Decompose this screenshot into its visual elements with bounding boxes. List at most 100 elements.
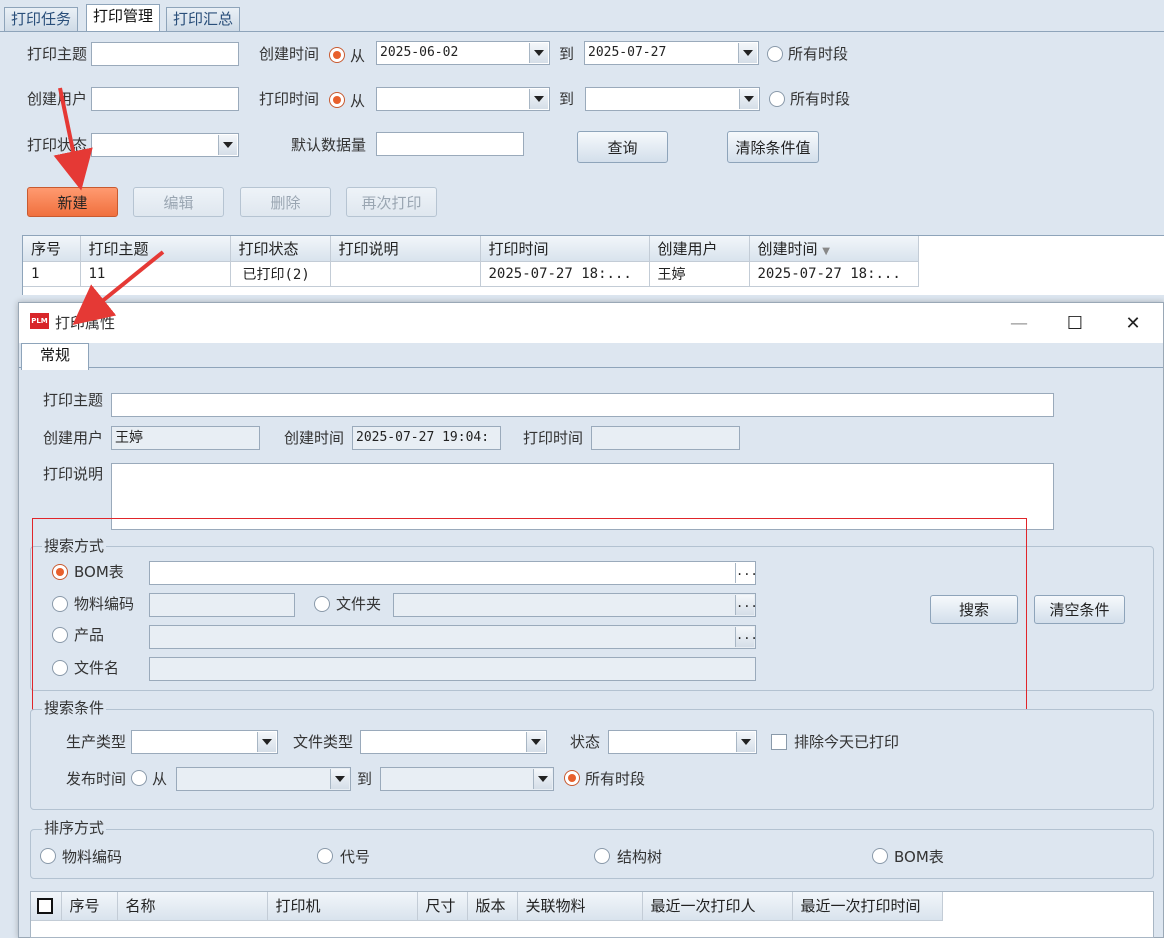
col-header[interactable]: 打印时间: [480, 236, 650, 262]
chevron-down-icon[interactable]: [736, 732, 755, 752]
file-type-label: 文件类型: [293, 733, 354, 751]
table-row[interactable]: 1 11 已打印(2) 2025-07-27 18:... 王婷 2025-07…: [23, 261, 919, 287]
status-combo[interactable]: [608, 730, 757, 754]
maximize-button[interactable]: ☐: [1047, 303, 1103, 343]
col-header[interactable]: 名称: [117, 892, 268, 921]
print-subject-label: 打印主题: [27, 45, 88, 63]
dialog-title-bar[interactable]: PLM 打印属性 — ☐ ✕: [19, 303, 1163, 343]
print-status-combo[interactable]: [91, 133, 239, 157]
print-all-time-label: 所有时段: [790, 90, 851, 108]
col-header[interactable]: 序号: [23, 236, 81, 262]
col-header[interactable]: 打印主题: [80, 236, 231, 262]
chevron-down-icon[interactable]: [738, 43, 757, 63]
col-header[interactable]: 创建用户: [649, 236, 750, 262]
create-user-label: 创建用户: [27, 90, 88, 108]
create-all-time-radio[interactable]: [767, 46, 783, 62]
sort-tree-radio[interactable]: [594, 848, 610, 864]
col-header[interactable]: 打印机: [267, 892, 418, 921]
print-time-from-radio[interactable]: [329, 92, 345, 108]
chevron-down-icon[interactable]: [218, 135, 237, 155]
sort-group: [30, 829, 1154, 879]
search-cond-title: 搜索条件: [42, 699, 107, 717]
sort-code-radio[interactable]: [317, 848, 333, 864]
select-all-checkbox[interactable]: [37, 897, 53, 914]
print-all-time-radio[interactable]: [769, 91, 785, 107]
col-header[interactable]: 关联物料: [517, 892, 643, 921]
dlg-subject-input[interactable]: [111, 393, 1054, 417]
chevron-down-icon[interactable]: [257, 732, 276, 752]
print-subject-input[interactable]: [91, 42, 239, 66]
delete-button[interactable]: 删除: [240, 187, 331, 217]
exclude-today-label: 排除今天已打印: [794, 733, 900, 751]
file-type-combo[interactable]: [360, 730, 547, 754]
sort-material-code-radio[interactable]: [40, 848, 56, 864]
sort-bom-radio[interactable]: [872, 848, 888, 864]
dlg-subject-label: 打印主题: [43, 391, 104, 409]
create-time-label: 创建时间: [259, 45, 320, 63]
status-label: 状态: [570, 733, 601, 751]
query-button[interactable]: 查询: [577, 131, 668, 163]
col-header[interactable]: 最近一次打印时间: [792, 892, 943, 921]
col-header[interactable]: 打印说明: [330, 236, 481, 262]
prod-type-label: 生产类型: [66, 733, 127, 751]
dlg-create-user-label: 创建用户: [43, 429, 104, 447]
exclude-today-checkbox[interactable]: [771, 734, 787, 750]
tab-print-summary[interactable]: 打印汇总: [166, 7, 241, 31]
col-header[interactable]: 序号: [61, 892, 118, 921]
col-header[interactable]: 版本: [467, 892, 518, 921]
cell: [330, 261, 481, 287]
dialog-tab-strip: [19, 367, 1163, 368]
default-count-input[interactable]: [376, 132, 524, 156]
clear-conditions-button[interactable]: 清除条件值: [727, 131, 819, 163]
create-time-from-radio[interactable]: [329, 47, 345, 63]
prod-type-combo[interactable]: [131, 730, 278, 754]
print-to-label: 到: [559, 90, 575, 108]
reprint-button[interactable]: 再次打印: [346, 187, 437, 217]
sort-tree-label: 结构树: [617, 848, 663, 866]
col-header[interactable]: 尺寸: [417, 892, 468, 921]
col-header-select-all[interactable]: [31, 892, 62, 921]
tab-print-task[interactable]: 打印任务: [4, 7, 79, 31]
publish-to-label: 到: [357, 770, 373, 788]
minimize-button[interactable]: —: [991, 303, 1047, 343]
print-from-combo[interactable]: [376, 87, 550, 111]
dlg-create-time-value: 2025-07-27 19:04:: [352, 426, 501, 450]
sort-code-label: 代号: [340, 848, 371, 866]
tab-general[interactable]: 常规: [21, 343, 89, 370]
chevron-down-icon[interactable]: [330, 769, 349, 789]
cell: 1: [23, 261, 81, 287]
dlg-desc-label: 打印说明: [43, 465, 104, 483]
dlg-print-time-value: [591, 426, 740, 450]
clear-filter-button[interactable]: 清空条件: [1034, 595, 1125, 624]
close-button[interactable]: ✕: [1105, 303, 1161, 343]
chevron-down-icon[interactable]: [533, 769, 552, 789]
publish-from-label: 从: [152, 770, 168, 788]
chevron-down-icon[interactable]: [529, 89, 548, 109]
chevron-down-icon[interactable]: [526, 732, 545, 752]
edit-button[interactable]: 编辑: [133, 187, 224, 217]
print-time-label: 打印时间: [259, 90, 320, 108]
highlight-box: [32, 518, 1027, 710]
col-header[interactable]: 打印状态: [230, 236, 331, 262]
print-file-table: 序号 名称 打印机 尺寸 版本 关联物料 最近一次打印人 最近一次打印时间: [30, 891, 1154, 938]
create-user-input[interactable]: [91, 87, 239, 111]
print-to-combo[interactable]: [585, 87, 760, 111]
col-header-sorted[interactable]: 创建时间 ▼: [749, 236, 919, 262]
file-grid: 序号 名称 打印机 尺寸 版本 关联物料 最近一次打印人 最近一次打印时间: [31, 892, 943, 921]
chevron-down-icon[interactable]: [739, 89, 758, 109]
dlg-create-time-label: 创建时间: [284, 429, 345, 447]
create-to-combo[interactable]: 2025-07-27: [584, 41, 759, 65]
publish-from-combo[interactable]: [176, 767, 351, 791]
publish-from-radio[interactable]: [131, 770, 147, 786]
sort-title: 排序方式: [42, 819, 107, 837]
publish-all-time-radio[interactable]: [564, 770, 580, 786]
sort-bom-label: BOM表: [894, 848, 944, 866]
col-header[interactable]: 最近一次打印人: [642, 892, 793, 921]
top-tab-bar: 打印任务 打印管理 打印汇总: [0, 0, 1164, 32]
create-from-combo[interactable]: 2025-06-02: [376, 41, 550, 65]
publish-to-combo[interactable]: [380, 767, 554, 791]
new-button[interactable]: 新建: [27, 187, 118, 217]
chevron-down-icon[interactable]: [529, 43, 548, 63]
tab-print-manage[interactable]: 打印管理: [86, 4, 161, 31]
cell: 2025-07-27 18:...: [749, 261, 919, 287]
